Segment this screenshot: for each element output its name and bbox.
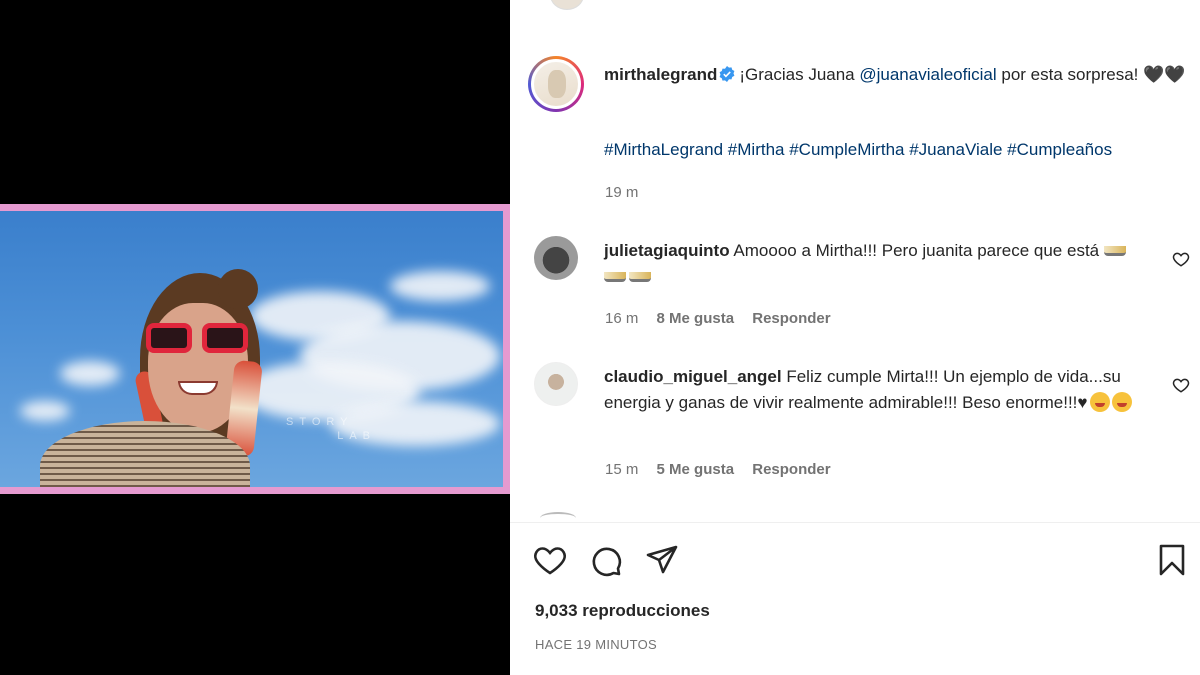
video-frame: STORY LAB (0, 204, 510, 494)
comment-time: 16 m (605, 310, 639, 327)
author-username[interactable]: mirthalegrand (604, 65, 717, 84)
video-watermark: STORY LAB (286, 416, 376, 442)
comment: julietagiaquinto Amoooo a Mirtha!!! Pero… (604, 238, 1134, 290)
comment-likes[interactable]: 8 Me gusta (657, 310, 735, 327)
caption-mention[interactable]: @juanavialeoficial (859, 65, 996, 84)
comment-icon[interactable] (588, 542, 624, 578)
comment-time: 15 m (605, 461, 639, 478)
view-count[interactable]: 9,033 reproducciones (535, 601, 710, 621)
comment-text: Amoooo a Mirtha!!! Pero juanita parece q… (733, 241, 1100, 260)
comment-avatar[interactable] (534, 236, 578, 280)
share-icon[interactable] (644, 542, 680, 578)
verified-badge-icon (719, 66, 735, 82)
kiss-emoji-icon (1089, 392, 1110, 412)
comment: claudio_miguel_angel Feliz cumple Mirta!… (604, 364, 1134, 416)
reply-button[interactable]: Responder (752, 310, 830, 327)
post-hashtags[interactable]: #MirthaLegrand #Mirtha #CumpleMirtha #Ju… (604, 137, 1200, 163)
bookmark-icon[interactable] (1154, 542, 1190, 578)
previous-avatar (550, 0, 584, 10)
post-timestamp: HACE 19 MINUTOS (535, 637, 658, 652)
caption-time: 19 m (605, 184, 639, 201)
post-panel: mirthalegrand ¡Gracias Juana @juanavialeo… (510, 0, 1200, 675)
caption-text: ¡Gracias Juana (739, 65, 860, 84)
comment-likes[interactable]: 5 Me gusta (657, 461, 735, 478)
divider (510, 522, 1200, 523)
video-player[interactable]: STORY LAB (0, 211, 503, 487)
media-area: STORY LAB (0, 0, 510, 675)
comment-username[interactable]: julietagiaquinto (604, 241, 730, 260)
comment-username[interactable]: claudio_miguel_angel (604, 367, 782, 386)
author-avatar[interactable] (528, 56, 584, 112)
comment-avatar[interactable] (534, 362, 578, 406)
caption-rest: por esta sorpresa! 🖤🖤 (996, 65, 1186, 84)
heart-icon[interactable] (1172, 250, 1190, 268)
comment-meta: 15 m 5 Me gusta Responder (605, 461, 845, 478)
heart-eyes-emoji-icon (1111, 392, 1132, 412)
heart-icon[interactable] (1172, 376, 1190, 394)
post-caption: mirthalegrand ¡Gracias Juana @juanavialeo… (604, 62, 1194, 88)
comment-meta: 16 m 8 Me gusta Responder (605, 310, 845, 327)
reply-button[interactable]: Responder (752, 461, 830, 478)
heart-icon[interactable] (532, 542, 568, 578)
